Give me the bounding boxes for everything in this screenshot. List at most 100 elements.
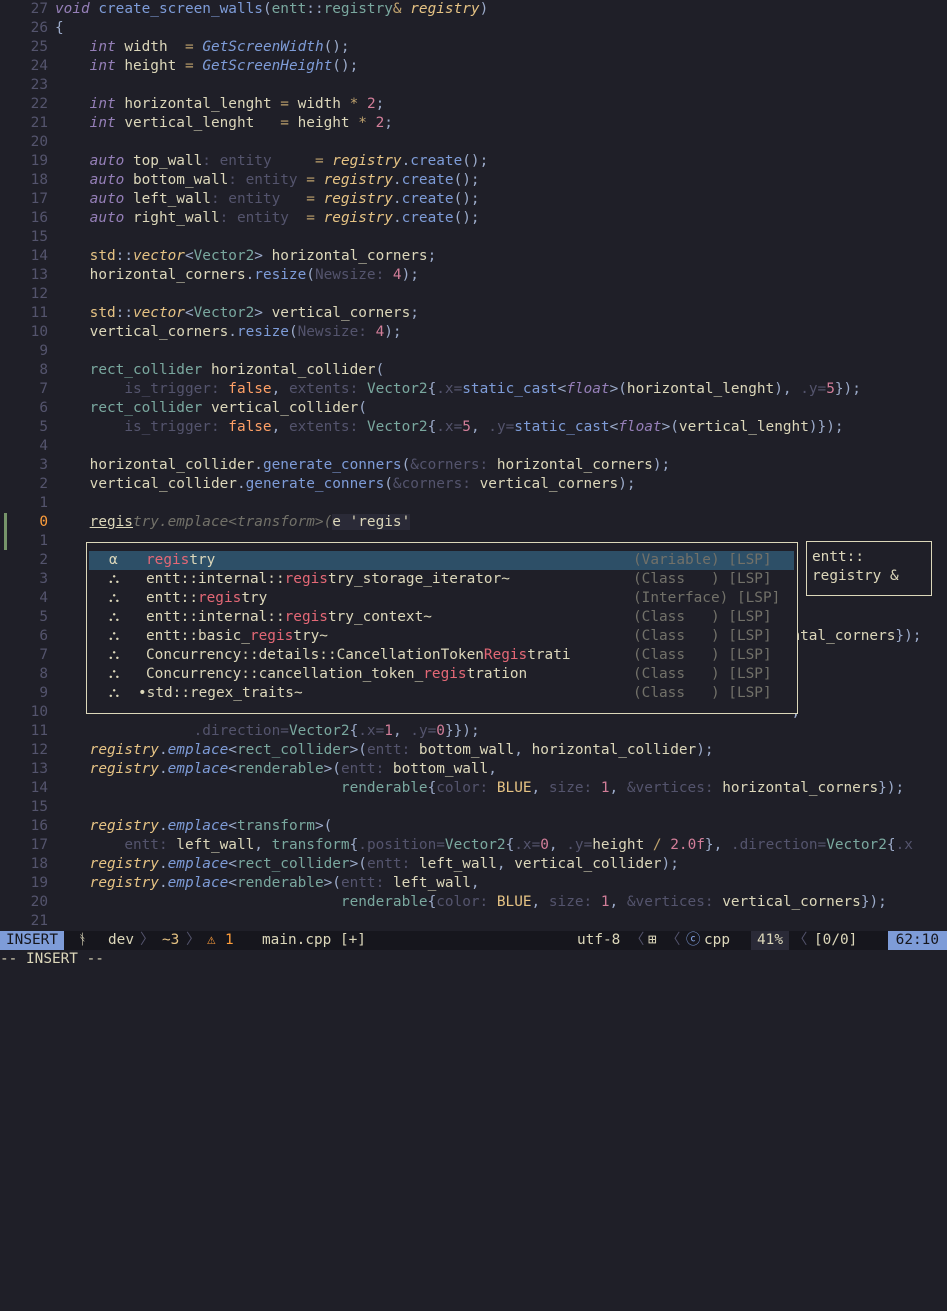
line-number: 22	[30, 96, 48, 112]
code-line[interactable]: 12	[0, 285, 947, 304]
branch-icon: ᚬ	[78, 932, 87, 948]
line-code: .direction=Vector2{.x=1, .y=0}});	[193, 723, 480, 739]
code-line[interactable]: 21 int vertical_lenght = height * 2;	[0, 114, 947, 133]
line-number: 16	[30, 210, 48, 226]
code-line[interactable]: 20	[0, 133, 947, 152]
filename[interactable]: main.cpp [+]	[262, 931, 366, 950]
code-line[interactable]: 8 rect_collider horizontal_collider(	[0, 361, 947, 380]
line-number: 27	[30, 1, 48, 17]
completion-item[interactable]: α registry (Variable) [LSP]	[89, 551, 794, 570]
code-line[interactable]: 20 renderable{color: BLUE, size: 1, &ver…	[0, 893, 947, 912]
line-number: 19	[30, 875, 48, 891]
windows-icon: ⊞	[648, 932, 657, 948]
completion-item[interactable]: ⛬ •std::regex_traits~ (Class ) [LSP]	[89, 684, 794, 703]
completion-label: Concurrency::details::CancellationTokenR…	[146, 647, 571, 663]
line-number: 25	[30, 39, 48, 55]
search-count: [0/0]	[814, 932, 858, 948]
completion-label: entt::internal::registry_context~	[146, 609, 432, 625]
code-line[interactable]: 18 registry.emplace<rect_collider>(entt:…	[0, 855, 947, 874]
line-code: entt: left_wall, transform{.position=Vec…	[124, 837, 913, 853]
code-line[interactable]: 16 auto right_wall: entity = registry.cr…	[0, 209, 947, 228]
completion-popup[interactable]: α registry (Variable) [LSP] ⛬ entt::internal…	[86, 542, 798, 714]
line-code: rect_collider horizontal_collider(	[89, 362, 385, 378]
code-line[interactable]: 19 registry.emplace<renderable>(entt: le…	[0, 874, 947, 893]
line-code: auto right_wall: entity = registry.creat…	[89, 210, 480, 226]
line-code: std::vector<Vector2> vertical_corners;	[89, 305, 419, 321]
code-line[interactable]: 3 horizontal_collider.generate_conners(&…	[0, 456, 947, 475]
code-line[interactable]: 6 rect_collider vertical_collider(	[0, 399, 947, 418]
completion-kind: (Interface) [LSP]	[633, 590, 781, 606]
line-number: 6	[39, 628, 48, 644]
separator-icon: 〉	[186, 932, 201, 948]
code-line[interactable]: 4	[0, 437, 947, 456]
code-line[interactable]: 1	[0, 494, 947, 513]
code-line[interactable]: 25 int width = GetScreenWidth();	[0, 38, 947, 57]
code-line[interactable]: 17 auto left_wall: entity = registry.cre…	[0, 190, 947, 209]
code-line[interactable]: 21	[0, 912, 947, 931]
line-number: 20	[30, 894, 48, 910]
line-code: auto left_wall: entity = registry.create…	[89, 191, 480, 207]
code-line[interactable]: 11 std::vector<Vector2> vertical_corners…	[0, 304, 947, 323]
code-line[interactable]: 16 registry.emplace<transform>(	[0, 817, 947, 836]
git-branch[interactable]: dev	[108, 931, 134, 950]
code-line[interactable]: 9	[0, 342, 947, 361]
completion-item[interactable]: ⛬ Concurrency::details::CancellationToken…	[89, 646, 794, 665]
code-line[interactable]: 2 vertical_collider.generate_conners(&co…	[0, 475, 947, 494]
completion-kind: (Class ) [LSP]	[633, 609, 772, 625]
code-line[interactable]: 23	[0, 76, 947, 95]
completion-item[interactable]: ⛬ Concurrency::cancellation_token_registr…	[89, 665, 794, 684]
code-line[interactable]: 22 int horizontal_lenght = width * 2;	[0, 95, 947, 114]
line-code: registry.emplace<transform>(e 'regis'	[89, 514, 411, 530]
code-line[interactable]: 0 registry.emplace<transform>(e 'regis'	[0, 513, 947, 532]
line-number: 24	[30, 58, 48, 74]
completion-item[interactable]: ⛬ entt::internal::registry_storage_iterat…	[89, 570, 794, 589]
completion-item[interactable]: ⛬ entt::registry (Interface) [LSP]	[89, 589, 794, 608]
code-line[interactable]: 14 std::vector<Vector2> horizontal_corne…	[0, 247, 947, 266]
line-code: {	[55, 20, 64, 36]
line-code: std::vector<Vector2> horizontal_corners;	[89, 248, 437, 264]
code-line[interactable]: 18 auto bottom_wall: entity = registry.c…	[0, 171, 947, 190]
code-line[interactable]: 14 renderable{color: BLUE, size: 1, &ver…	[0, 779, 947, 798]
line-number: 2	[39, 552, 48, 568]
line-code: registry.emplace<renderable>(entt: left_…	[89, 875, 480, 891]
code-line[interactable]: 15	[0, 228, 947, 247]
code-line[interactable]: 11 .direction=Vector2{.x=1, .y=0}});	[0, 722, 947, 741]
code-line[interactable]: 7 is_trigger: false, extents: Vector2{.x…	[0, 380, 947, 399]
code-line[interactable]: 26 {	[0, 19, 947, 38]
cursor-position: 62:10	[887, 931, 947, 950]
line-code: vertical_collider.generate_conners(&corn…	[55, 476, 636, 492]
line-code: registry.emplace<rect_collider>(entt: bo…	[89, 742, 714, 758]
line-code: rect_collider vertical_collider(	[89, 400, 367, 416]
line-number: 16	[30, 818, 48, 834]
code-line[interactable]: 15	[0, 798, 947, 817]
separator-icon: 〉	[140, 932, 155, 948]
filetype: cpp	[704, 932, 730, 948]
line-code: int horizontal_lenght = width * 2;	[89, 96, 385, 112]
code-line[interactable]: 27 void create_screen_walls(entt::registr…	[0, 0, 947, 19]
line-number: 1	[39, 495, 48, 511]
line-code: registry.emplace<rect_collider>(entt: le…	[89, 856, 679, 872]
class-icon: ⛬	[109, 666, 120, 682]
code-line[interactable]: 17 entt: left_wall, transform{.position=…	[0, 836, 947, 855]
completion-item[interactable]: ⛬ entt::basic_registry~ (Class ) [LSP]	[89, 627, 794, 646]
line-code: auto top_wall: entity = registry.create(…	[89, 153, 489, 169]
code-line[interactable]: 13 horizontal_corners.resize(Newsize: 4)…	[0, 266, 947, 285]
code-line[interactable]: 5 is_trigger: false, extents: Vector2{.x…	[0, 418, 947, 437]
line-number: 9	[39, 685, 48, 701]
command-line[interactable]: -- INSERT --	[0, 950, 947, 969]
line-code: renderable{color: BLUE, size: 1, &vertic…	[340, 894, 887, 910]
line-code: int width = GetScreenWidth();	[89, 39, 350, 55]
completion-item[interactable]: ⛬ entt::internal::registry_context~ (Class…	[89, 608, 794, 627]
line-number: 17	[30, 191, 48, 207]
code-line[interactable]: 10 vertical_corners.resize(Newsize: 4);	[0, 323, 947, 342]
line-number: 3	[39, 457, 48, 473]
line-number: 10	[30, 324, 48, 340]
line-number: 20	[30, 134, 48, 150]
code-line[interactable]: 19 auto top_wall: entity = registry.crea…	[0, 152, 947, 171]
variable-icon: α	[109, 552, 118, 568]
completion-label: registry	[146, 552, 216, 568]
code-line[interactable]: 12 registry.emplace<rect_collider>(entt:…	[0, 741, 947, 760]
code-line[interactable]: 13 registry.emplace<renderable>(entt: bo…	[0, 760, 947, 779]
editor-pane[interactable]: 27 void create_screen_walls(entt::registr…	[0, 0, 947, 930]
code-line[interactable]: 24 int height = GetScreenHeight();	[0, 57, 947, 76]
